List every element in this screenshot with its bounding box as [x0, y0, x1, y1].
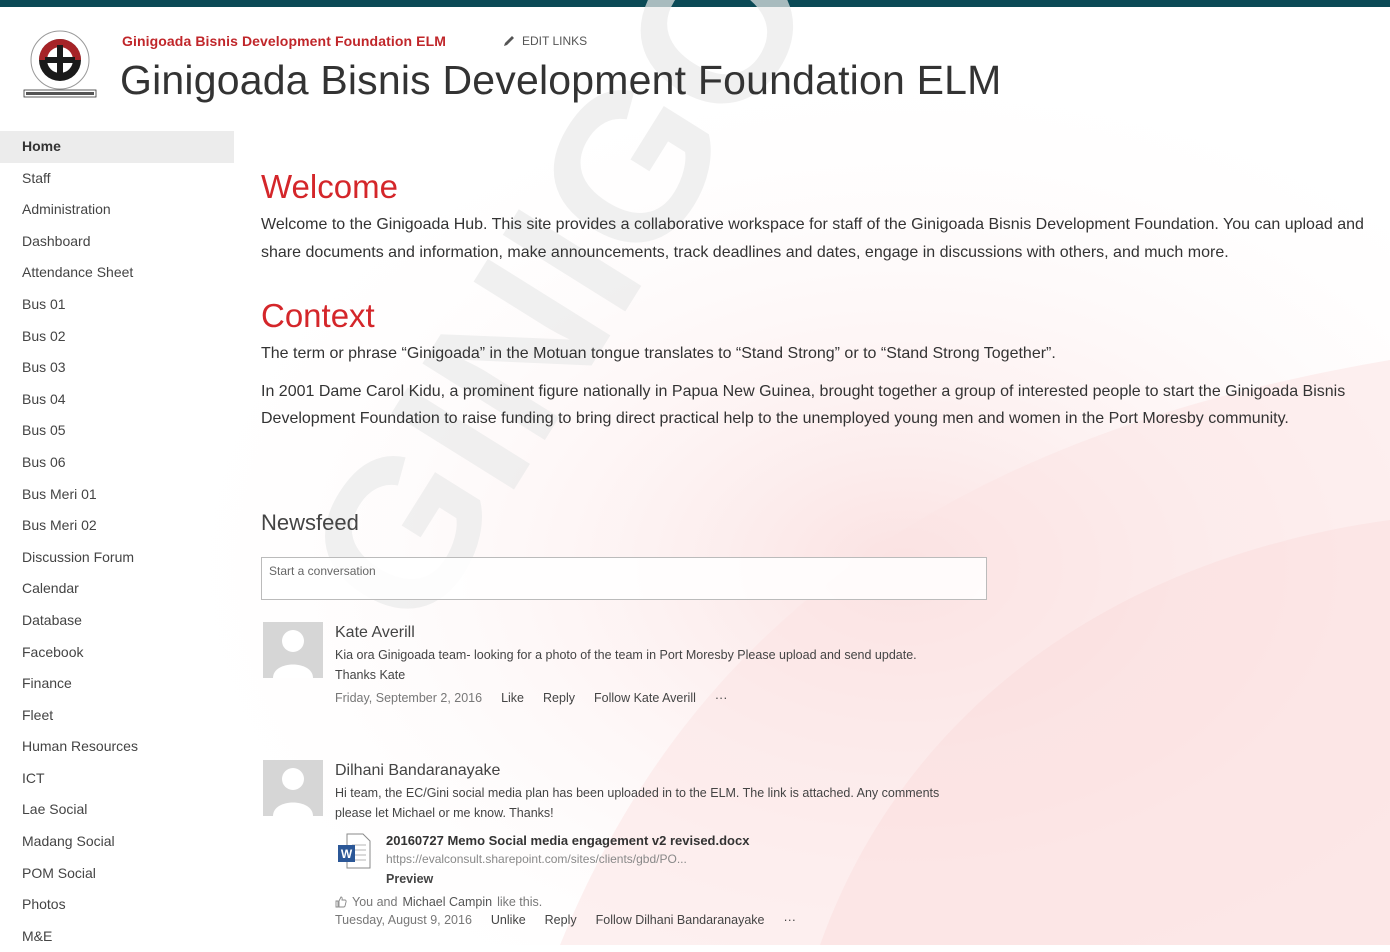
- post-date[interactable]: Tuesday, August 9, 2016: [335, 913, 472, 927]
- liker-name-link[interactable]: Michael Campin: [402, 895, 492, 909]
- nav-item-bus-05[interactable]: Bus 05: [0, 415, 234, 447]
- nav-item-bus-06[interactable]: Bus 06: [0, 447, 234, 479]
- user-silhouette-icon: [263, 760, 323, 816]
- reply-button[interactable]: Reply: [545, 913, 577, 927]
- nav-item-bus-01[interactable]: Bus 01: [0, 289, 234, 321]
- attachment-url-link[interactable]: https://evalconsult.sharepoint.com/sites…: [386, 852, 687, 866]
- start-conversation-box[interactable]: [261, 557, 987, 600]
- nav-item-human-resources[interactable]: Human Resources: [0, 731, 234, 763]
- nav-item-finance[interactable]: Finance: [0, 668, 234, 700]
- post-actions: Tuesday, August 9, 2016 Unlike Reply Fol…: [335, 913, 955, 927]
- preview-button[interactable]: Preview: [386, 872, 433, 886]
- post-text-signoff: Thanks Kate: [335, 668, 406, 682]
- nav-item-home[interactable]: Home: [0, 131, 234, 163]
- nav-item-administration[interactable]: Administration: [0, 194, 234, 226]
- nav-item-madang-social[interactable]: Madang Social: [0, 826, 234, 858]
- nav-item-bus-meri-01[interactable]: Bus Meri 01: [0, 479, 234, 511]
- nav-item-fleet[interactable]: Fleet: [0, 700, 234, 732]
- post-actions: Friday, September 2, 2016 Like Reply Fol…: [335, 691, 955, 705]
- post-text: Kia ora Ginigoada team- looking for a ph…: [335, 648, 917, 662]
- avatar[interactable]: [263, 760, 323, 816]
- nav-item-ict[interactable]: ICT: [0, 763, 234, 795]
- word-document-icon[interactable]: W: [337, 833, 371, 869]
- post-author[interactable]: Kate Averill: [335, 624, 955, 642]
- follow-button[interactable]: Follow Dilhani Bandaranayake: [596, 913, 765, 927]
- newsfeed-heading: Newsfeed: [261, 510, 359, 535]
- nav-item-pom-social[interactable]: POM Social: [0, 858, 234, 890]
- post-text: Hi team, the EC/Gini social media plan h…: [335, 786, 940, 820]
- welcome-heading: Welcome: [261, 168, 398, 205]
- nav-item-bus-meri-02[interactable]: Bus Meri 02: [0, 510, 234, 542]
- post-date[interactable]: Friday, September 2, 2016: [335, 691, 482, 705]
- newsfeed-post: Dilhani Bandaranayake Hi team, the EC/Gi…: [263, 760, 963, 945]
- avatar[interactable]: [263, 622, 323, 678]
- post-author[interactable]: Dilhani Bandaranayake: [335, 762, 955, 780]
- likes-summary: You and Michael Campin like this.: [335, 895, 955, 909]
- post-attachment: W 20160727 Memo Social media engagement …: [335, 833, 955, 895]
- post-body: Kate Averill Kia ora Ginigoada team- loo…: [335, 622, 955, 705]
- follow-button[interactable]: Follow Kate Averill: [594, 691, 696, 705]
- left-navigation: Home Staff Administration Dashboard Atte…: [0, 131, 234, 952]
- start-conversation-input[interactable]: [269, 564, 969, 578]
- svg-text:W: W: [341, 847, 353, 861]
- user-silhouette-icon: [263, 622, 323, 678]
- nav-item-attendance-sheet[interactable]: Attendance Sheet: [0, 257, 234, 289]
- nav-item-dashboard[interactable]: Dashboard: [0, 226, 234, 258]
- ginigoada-logo-icon[interactable]: [22, 26, 98, 102]
- nav-item-m-and-e[interactable]: M&E: [0, 921, 234, 952]
- post-body: Dilhani Bandaranayake Hi team, the EC/Gi…: [335, 760, 955, 927]
- nav-item-photos[interactable]: Photos: [0, 889, 234, 921]
- context-paragraph-2: In 2001 Dame Carol Kidu, a prominent fig…: [261, 383, 1346, 427]
- attachment-name-link[interactable]: 20160727 Memo Social media engagement v2…: [386, 833, 749, 848]
- nav-item-bus-03[interactable]: Bus 03: [0, 352, 234, 384]
- edit-links-button[interactable]: EDIT LINKS: [502, 34, 587, 48]
- likes-suffix: like this.: [497, 895, 543, 909]
- unlike-button[interactable]: Unlike: [491, 913, 526, 927]
- nav-item-bus-04[interactable]: Bus 04: [0, 384, 234, 416]
- nav-item-discussion-forum[interactable]: Discussion Forum: [0, 542, 234, 574]
- more-options-button[interactable]: ···: [715, 691, 728, 705]
- nav-item-database[interactable]: Database: [0, 605, 234, 637]
- nav-item-staff[interactable]: Staff: [0, 163, 234, 195]
- newsfeed-post: Kate Averill Kia ora Ginigoada team- loo…: [263, 622, 963, 742]
- page-title: Ginigoada Bisnis Development Foundation …: [120, 57, 1002, 103]
- context-paragraph-1: The term or phrase “Ginigoada” in the Mo…: [261, 345, 1056, 362]
- welcome-text: Welcome to the Ginigoada Hub. This site …: [261, 216, 1364, 261]
- context-heading: Context: [261, 297, 375, 334]
- site-link[interactable]: Ginigoada Bisnis Development Foundation …: [122, 33, 446, 49]
- pencil-icon: [504, 36, 514, 46]
- edit-links-label: EDIT LINKS: [522, 34, 588, 48]
- reply-button[interactable]: Reply: [543, 691, 575, 705]
- nav-item-lae-social[interactable]: Lae Social: [0, 794, 234, 826]
- like-button[interactable]: Like: [501, 691, 524, 705]
- more-options-button[interactable]: ···: [783, 913, 796, 927]
- nav-item-facebook[interactable]: Facebook: [0, 637, 234, 669]
- nav-item-calendar[interactable]: Calendar: [0, 573, 234, 605]
- likes-prefix: You and: [352, 895, 398, 909]
- nav-item-bus-02[interactable]: Bus 02: [0, 321, 234, 353]
- thumbs-up-icon: [335, 896, 347, 908]
